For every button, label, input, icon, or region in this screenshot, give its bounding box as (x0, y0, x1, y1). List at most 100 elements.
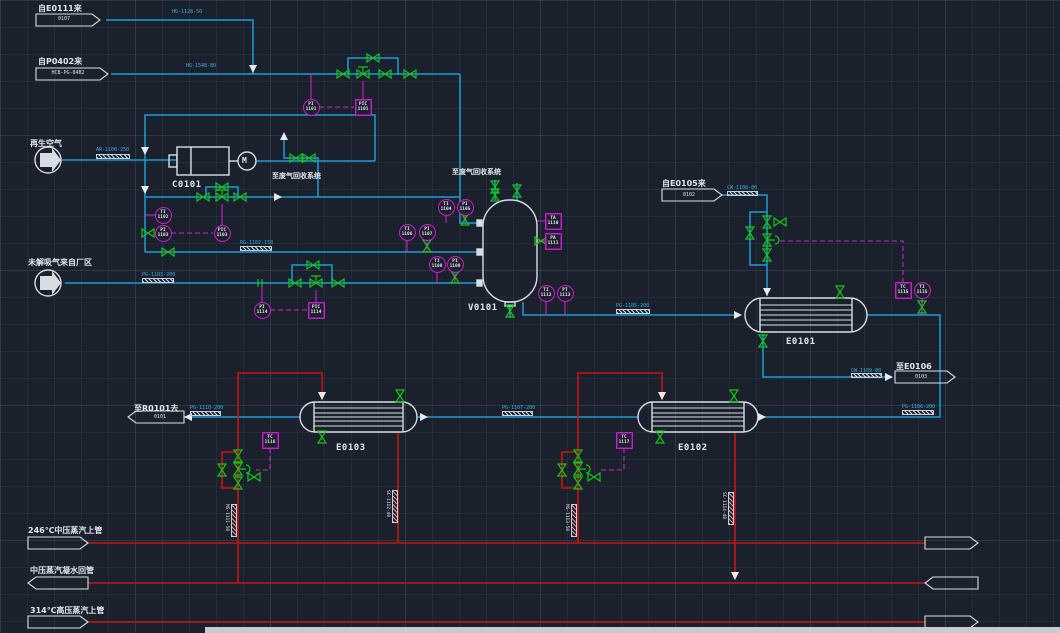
horizontal-scrollbar[interactable] (205, 627, 1060, 633)
instrument-ti: TI1104 (438, 199, 455, 216)
arrow-down (141, 186, 149, 194)
steam-pipe-label: SC-1114-40 (721, 492, 726, 519)
instrument-pi: PI1109 (447, 256, 464, 273)
motor-circle (238, 152, 256, 170)
line-from-e0111 (106, 20, 253, 74)
inst-num: 1111 (548, 241, 559, 246)
undesorbed-symbol (35, 270, 61, 296)
arrow-down (763, 288, 771, 296)
tag-e0105-code: 0102 (668, 192, 710, 198)
pipe-label-hatch (727, 191, 758, 196)
steam-pipe-label: SC-1112-40 (385, 490, 390, 517)
arrow-down (318, 392, 326, 400)
pipe-label-hatch (502, 411, 533, 416)
inst-num: 1114 (311, 310, 322, 315)
instrument-pi: PI1103 (155, 225, 172, 242)
vent-valve (836, 286, 844, 298)
control-valve (357, 67, 369, 78)
inst-num: 1117 (619, 440, 630, 445)
e0102-steam-bypass (562, 452, 578, 488)
label-to-e0106: 至E0106 (896, 361, 932, 372)
label-undesorbed: 未解吸气来自厂区 (28, 257, 92, 268)
inst-num: 1108 (432, 264, 443, 269)
valves (142, 54, 926, 489)
arrow-right (734, 311, 742, 319)
inst-num: 1115 (898, 290, 909, 295)
instrument-tc: TC1115 (895, 282, 912, 299)
label-vent1: 至废气回收系统 (272, 171, 321, 181)
e0101-tc-signal (780, 241, 903, 282)
arrow-down (249, 65, 257, 73)
exchanger-e0101 (745, 298, 867, 332)
arrow-up (280, 132, 288, 140)
exchanger-e0103 (300, 402, 417, 432)
instrument-pa: PA1111 (545, 233, 562, 250)
inst-num: 1114 (257, 310, 268, 315)
pipe-label: AR-1100-250 (96, 147, 129, 153)
control-valve (216, 190, 228, 201)
instrument-pic: PIC1114 (308, 302, 325, 319)
instrument-pic: PIC1101 (355, 99, 372, 116)
inst-num: 1107 (422, 232, 433, 237)
pipe-label-hatch (190, 411, 221, 416)
e0103-steam-bypass (222, 452, 238, 488)
e0103-tc-signal (256, 448, 270, 470)
instrument-ti: TI1115 (914, 282, 931, 299)
motor-label: M (242, 156, 247, 165)
e0102-steam-supply (578, 373, 662, 543)
steam-pipe-label: MS-1111-50 (224, 504, 229, 531)
e0103-steam-supply (238, 373, 322, 583)
flow-arrows (141, 65, 893, 580)
vessel-v0101 (477, 200, 537, 306)
label-from-p0402: 自P0402来 (38, 56, 82, 67)
inst-num: 1106 (402, 232, 413, 237)
inst-num: 1101 (358, 107, 369, 112)
tag-e0111-code: 0107 (38, 16, 90, 22)
tag-header1-left (28, 537, 88, 549)
regen-air-symbol (35, 147, 61, 173)
control-valve (310, 276, 322, 287)
vent1-line (284, 135, 318, 197)
tag-header2-left (28, 577, 88, 589)
label-steam-header1: 246℃中压蒸汽上管 (28, 525, 102, 536)
drain-valve (588, 473, 600, 481)
label-vent2: 至废气回收系统 (452, 167, 501, 177)
vent-valve (396, 390, 404, 402)
instrument-ta: TA1110 (545, 213, 562, 230)
label-regen-air: 再生空气 (30, 138, 62, 149)
pipe-label-hatch (902, 410, 934, 415)
inst-num: 1101 (306, 107, 317, 112)
instrument-pi: PI1101 (303, 99, 320, 116)
label-c0101: C0101 (172, 180, 202, 190)
label-from-e0111: 自E0111来 (38, 3, 82, 14)
instrument-ti: TI1106 (399, 224, 416, 241)
label-e0102: E0102 (678, 443, 708, 453)
tag-header3-left (28, 616, 88, 628)
instrument-ti: TI1102 (155, 207, 172, 224)
inst-num: 1104 (441, 207, 452, 212)
label-steam-header2: 中压蒸汽凝水回管 (30, 565, 94, 576)
instrument-pic: PIC1103 (214, 225, 231, 242)
steam-pipe-label: MS-1113-50 (564, 504, 569, 531)
instrument-tc: TC1117 (616, 432, 633, 449)
tag-header2-right (925, 577, 978, 589)
drain-valve (248, 473, 260, 481)
tag-r0101-code: 0101 (140, 414, 180, 420)
label-steam-header3: 314℃高压蒸汽上管 (30, 605, 104, 616)
exchanger-e0102 (638, 402, 758, 432)
tag-header1-right (925, 537, 978, 549)
instrument-ti: TI1108 (429, 256, 446, 273)
tag-boxes (28, 14, 978, 628)
inst-num: 1113 (560, 293, 571, 298)
inst-num: 1115 (917, 290, 928, 295)
arrow-right (758, 413, 766, 421)
drain-valve (656, 431, 664, 443)
tag-e0106-code: 0103 (900, 374, 942, 380)
steam-label-hatch (392, 490, 398, 523)
label-e0101: E0101 (786, 337, 816, 347)
label-e0103: E0103 (336, 443, 366, 453)
inst-num: 1116 (265, 440, 276, 445)
arrow-down (141, 147, 149, 155)
inst-num: 1110 (548, 221, 559, 226)
pipe-label-hatch (96, 154, 130, 159)
